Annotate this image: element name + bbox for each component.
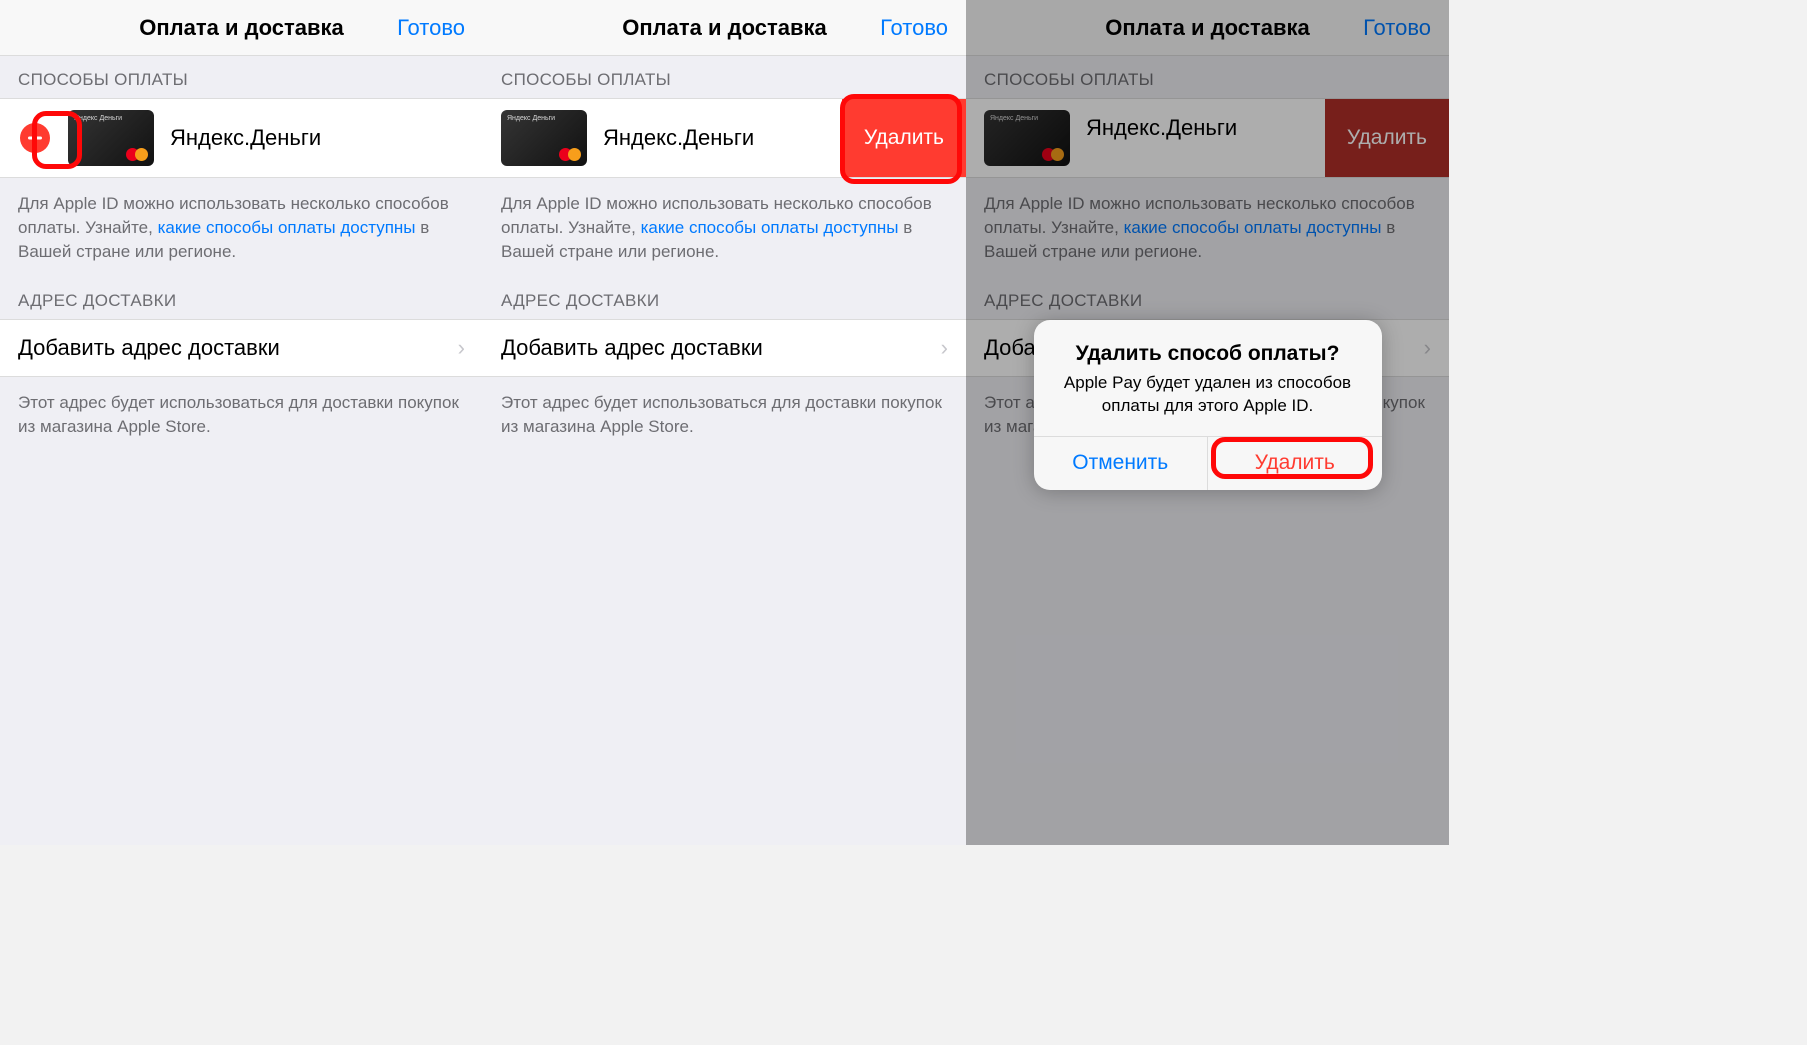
delete-button[interactable]: Удалить bbox=[1325, 99, 1449, 177]
nav-bar: Оплата и доставка Готово bbox=[0, 0, 483, 56]
payment-note-link[interactable]: какие способы оплаты доступны bbox=[641, 218, 899, 237]
delete-button[interactable]: Удалить bbox=[842, 99, 966, 177]
payment-method-label: Яндекс.Деньги bbox=[1086, 115, 1325, 141]
payment-note-link[interactable]: какие способы оплаты доступны bbox=[158, 218, 416, 237]
alert-body: Удалить способ оплаты? Apple Pay будет у… bbox=[1034, 320, 1382, 436]
section-payment-header: СПОСОБЫ ОПЛАТЫ bbox=[483, 56, 966, 98]
nav-bar: Оплата и доставка Готово bbox=[966, 0, 1449, 56]
shipping-note: Этот адрес будет использоваться для дост… bbox=[483, 377, 966, 453]
page-title: Оплата и доставка bbox=[622, 15, 827, 41]
page-title: Оплата и доставка bbox=[1105, 15, 1310, 41]
chevron-right-icon: › bbox=[1424, 335, 1431, 361]
card-icon: Яндекс Деньги bbox=[984, 110, 1070, 166]
payment-method-row[interactable]: Яндекс Деньги Яндекс.Деньги bbox=[0, 98, 483, 178]
done-button[interactable]: Готово bbox=[880, 0, 948, 55]
done-button[interactable]: Готово bbox=[397, 0, 465, 55]
alert-title: Удалить способ оплаты? bbox=[1052, 342, 1364, 366]
add-shipping-label: Добавить адрес доставки bbox=[18, 335, 280, 361]
payment-method-label: Яндекс.Деньги bbox=[170, 125, 483, 151]
shipping-note: Этот адрес будет использоваться для дост… bbox=[0, 377, 483, 453]
payment-note: Для Apple ID можно использовать нескольк… bbox=[966, 178, 1449, 277]
add-shipping-row[interactable]: Добавить адрес доставки › bbox=[0, 319, 483, 377]
screen-confirm-dialog: Оплата и доставка Готово СПОСОБЫ ОПЛАТЫ … bbox=[966, 0, 1449, 845]
confirm-delete-alert: Удалить способ оплаты? Apple Pay будет у… bbox=[1034, 320, 1382, 490]
nav-bar: Оплата и доставка Готово bbox=[483, 0, 966, 56]
payment-note-link[interactable]: какие способы оплаты доступны bbox=[1124, 218, 1382, 237]
section-shipping-header: АДРЕС ДОСТАВКИ bbox=[483, 277, 966, 319]
add-shipping-label: Добавить адрес доставки bbox=[501, 335, 763, 361]
payment-method-label: Яндекс.Деньги bbox=[603, 125, 842, 151]
screen-swipe-delete: Оплата и доставка Готово СПОСОБЫ ОПЛАТЫ … bbox=[483, 0, 966, 845]
page-title: Оплата и доставка bbox=[139, 15, 344, 41]
payment-method-row[interactable]: Яндекс Деньги Яндекс.Деньги Удалить bbox=[966, 98, 1449, 178]
payment-note: Для Apple ID можно использовать нескольк… bbox=[0, 178, 483, 277]
remove-icon-button[interactable] bbox=[16, 119, 54, 157]
card-icon: Яндекс Деньги bbox=[501, 110, 587, 166]
alert-buttons: Отменить Удалить bbox=[1034, 436, 1382, 490]
alert-message: Apple Pay будет удален из способов оплат… bbox=[1052, 372, 1364, 418]
payment-method-row[interactable]: Яндекс Деньги Яндекс.Деньги Удалить bbox=[483, 98, 966, 178]
payment-note: Для Apple ID можно использовать нескольк… bbox=[483, 178, 966, 277]
chevron-right-icon: › bbox=[941, 335, 948, 361]
mastercard-icon bbox=[1042, 148, 1064, 162]
section-payment-header: СПОСОБЫ ОПЛАТЫ bbox=[966, 56, 1449, 98]
redacted-detail bbox=[1086, 147, 1246, 161]
mastercard-icon bbox=[559, 148, 581, 162]
minus-circle-icon bbox=[20, 123, 50, 153]
section-shipping-header: АДРЕС ДОСТАВКИ bbox=[966, 277, 1449, 319]
alert-cancel-button[interactable]: Отменить bbox=[1034, 437, 1209, 490]
screen-edit-mode: Оплата и доставка Готово СПОСОБЫ ОПЛАТЫ … bbox=[0, 0, 483, 845]
section-payment-header: СПОСОБЫ ОПЛАТЫ bbox=[0, 56, 483, 98]
card-icon: Яндекс Деньги bbox=[68, 110, 154, 166]
done-button[interactable]: Готово bbox=[1363, 0, 1431, 55]
add-shipping-row[interactable]: Добавить адрес доставки › bbox=[483, 319, 966, 377]
mastercard-icon bbox=[126, 148, 148, 162]
chevron-right-icon: › bbox=[458, 335, 465, 361]
alert-delete-button[interactable]: Удалить bbox=[1208, 437, 1382, 490]
section-shipping-header: АДРЕС ДОСТАВКИ bbox=[0, 277, 483, 319]
